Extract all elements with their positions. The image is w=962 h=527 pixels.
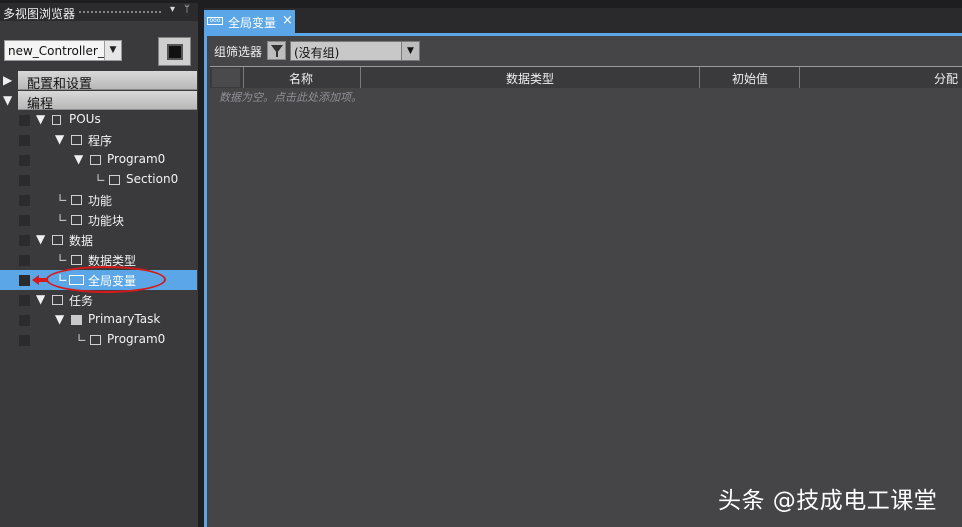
tree-label: PrimaryTask	[88, 312, 161, 326]
empty-hint[interactable]: 数据为空。点击此处添加项。	[219, 89, 362, 105]
tree-label: Program0	[107, 152, 166, 166]
grid-header: 名称 数据类型 初始值 分配	[210, 67, 962, 88]
annotation-ellipse	[46, 266, 166, 293]
collapse-arrow-icon[interactable]: ▼	[3, 93, 12, 107]
tab-bar: ooo 全局变量 ×	[204, 8, 962, 33]
tree-header-programming[interactable]: ▼ 编程	[0, 91, 197, 112]
controller-icon[interactable]	[158, 37, 191, 66]
variable-icon: ooo	[207, 17, 223, 25]
tree-item-tasks[interactable]: ▼ 任务	[0, 290, 197, 310]
column-header-datatype[interactable]: 数据类型	[360, 67, 700, 88]
task-icon	[52, 295, 63, 305]
chevron-down-icon[interactable]: ▼	[104, 41, 121, 60]
chevron-down-icon[interactable]: ▼	[401, 42, 419, 60]
tree-item-task-program0[interactable]: ∟ Program0	[0, 330, 197, 350]
bracket-icon	[71, 195, 82, 205]
check-square[interactable]	[19, 135, 30, 146]
collapse-arrow-icon[interactable]: ▼	[55, 132, 64, 146]
column-header-assign[interactable]: 分配	[799, 67, 962, 88]
tab-global-vars[interactable]: ooo 全局变量 ×	[204, 10, 295, 33]
group-select[interactable]: (没有组) ▼	[290, 41, 420, 61]
bracket-icon	[71, 215, 82, 225]
check-square[interactable]	[19, 235, 30, 246]
column-header-name[interactable]: 名称	[243, 67, 361, 88]
group-value: (没有组)	[294, 46, 340, 60]
tree-connector: ∟	[77, 331, 88, 345]
tree-label: 程序	[88, 134, 113, 148]
collapse-arrow-icon[interactable]: ▼	[36, 112, 45, 126]
check-square[interactable]	[19, 155, 30, 166]
column-header-initial[interactable]: 初始值	[699, 67, 799, 88]
editor-pane	[204, 36, 962, 527]
check-square[interactable]	[19, 195, 30, 206]
check-square[interactable]	[19, 215, 30, 226]
collapse-arrow-icon[interactable]: ▼	[55, 312, 64, 326]
tree-label: 任务	[69, 294, 94, 308]
program-icon	[90, 155, 101, 165]
group-filter-label: 组筛选器	[214, 45, 263, 59]
grid-corner[interactable]	[212, 68, 240, 87]
section-icon	[109, 175, 120, 185]
tree-label: 功能	[88, 194, 113, 208]
tree-connector: ∟	[58, 191, 69, 205]
check-square[interactable]	[19, 275, 30, 286]
collapse-arrow-icon[interactable]: ▼	[36, 292, 45, 306]
check-square[interactable]	[19, 295, 30, 306]
dropdown-icon[interactable]: ▾	[170, 4, 175, 15]
tree-label: Program0	[107, 332, 166, 346]
tree-connector: ∟	[58, 211, 69, 225]
collapse-arrow-icon[interactable]: ▼	[74, 152, 83, 166]
tree-connector: ∟	[96, 171, 107, 185]
filter-icon[interactable]	[267, 41, 286, 60]
pin-icon[interactable]: ᛘ	[184, 4, 190, 15]
check-square[interactable]	[19, 255, 30, 266]
tree-connector: ∟	[58, 251, 69, 265]
tree-item-section0[interactable]: ∟ Section0	[0, 170, 197, 190]
tree-label: 数据	[69, 234, 94, 248]
tree-item-data[interactable]: ▼ 数据	[0, 230, 197, 250]
check-square[interactable]	[19, 335, 30, 346]
check-square[interactable]	[19, 175, 30, 186]
tree-item-function-blocks[interactable]: ∟ 功能块	[0, 210, 197, 230]
check-square[interactable]	[19, 115, 30, 126]
close-icon[interactable]: ×	[282, 13, 293, 28]
bracket-icon	[71, 135, 82, 145]
datatype-icon	[71, 255, 82, 265]
controller-select[interactable]: new_Controller_0 ▼	[4, 40, 122, 61]
tree-label: Section0	[126, 172, 179, 186]
folder-icon	[71, 315, 82, 325]
tree-label: 功能块	[88, 214, 125, 228]
tree-label: POUs	[69, 112, 101, 126]
tree-header-config[interactable]: ▶ 配置和设置	[0, 71, 197, 92]
tree-item-pous[interactable]: ▼ POUs	[0, 110, 197, 130]
explorer-title-bar: 多视图浏览器 ▾ ᛘ	[0, 3, 198, 21]
config-label: 配置和设置	[27, 77, 93, 92]
collapse-arrow-icon[interactable]: ▼	[36, 232, 45, 246]
tab-label: 全局变量	[228, 16, 277, 30]
tree-item-primary-task[interactable]: ▼ PrimaryTask	[0, 310, 197, 330]
check-square[interactable]	[19, 315, 30, 326]
controller-value: new_Controller_0	[8, 44, 112, 58]
tree-item-programs[interactable]: ▼ 程序	[0, 130, 197, 150]
explorer-title: 多视图浏览器	[3, 7, 76, 21]
tree-item-program0[interactable]: ▼ Program0	[0, 150, 197, 170]
watermark: 头条 @技成电工课堂	[718, 488, 938, 514]
document-icon	[52, 115, 61, 125]
expand-arrow-icon[interactable]: ▶	[3, 73, 12, 87]
tree-item-functions[interactable]: ∟ 功能	[0, 190, 197, 210]
program-icon	[90, 335, 101, 345]
grip-dots[interactable]	[78, 10, 162, 15]
table-icon	[52, 235, 63, 245]
